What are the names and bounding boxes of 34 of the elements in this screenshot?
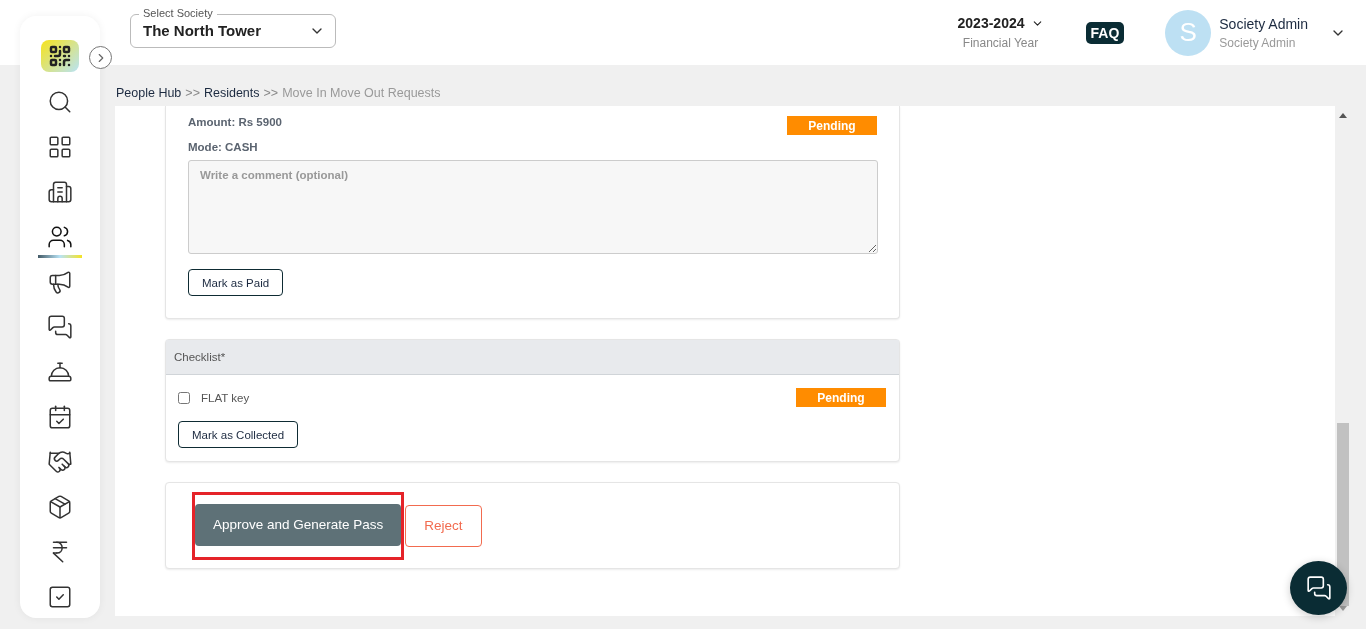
comment-field[interactable]: Write a comment (optional) (188, 160, 878, 254)
chat-icon (1305, 575, 1332, 601)
handshake-icon (47, 448, 73, 475)
user-role: Society Admin (1219, 35, 1297, 50)
approve-button[interactable]: Approve and Generate Pass (195, 503, 402, 546)
financial-year-select[interactable]: 2023-2024 (957, 15, 1044, 31)
select-value: The North Tower (143, 22, 262, 39)
breadcrumb-link[interactable]: People Hub (116, 86, 182, 100)
amount-text: Amount: Rs 5900 (188, 116, 282, 128)
status-badge: Pending (787, 116, 877, 135)
user-avatar: S (1165, 9, 1212, 56)
scroll-up-icon[interactable] (1339, 112, 1347, 118)
mode-text: Mode: CASH (188, 141, 259, 153)
status-badge: Pending (796, 388, 886, 407)
breadcrumb-link[interactable]: Residents (203, 86, 260, 100)
breadcrumb-separator: >> (185, 86, 200, 100)
select-label: Select Society (139, 6, 217, 19)
mark-paid-button[interactable]: Mark as Paid (188, 269, 284, 296)
building-icon (47, 178, 73, 205)
checklist-label: FLAT key (201, 391, 251, 404)
chat-icon (47, 313, 73, 340)
megaphone-icon (47, 268, 73, 295)
breadcrumb-separator: >> (263, 86, 279, 100)
box-icon (47, 493, 73, 520)
grid-icon (47, 133, 73, 160)
mark-collected-button[interactable]: Mark as Collected (178, 421, 299, 448)
financial-year-caption: Financial Year (962, 36, 1039, 50)
user-name: Society Admin (1219, 15, 1308, 32)
calendar-icon (47, 403, 73, 430)
checkbox-icon (47, 583, 73, 610)
checkbox[interactable] (178, 391, 190, 404)
app-logo[interactable] (41, 40, 79, 72)
checklist-header: Checklist* (166, 340, 899, 375)
faq-button[interactable]: FAQ (1085, 21, 1125, 44)
